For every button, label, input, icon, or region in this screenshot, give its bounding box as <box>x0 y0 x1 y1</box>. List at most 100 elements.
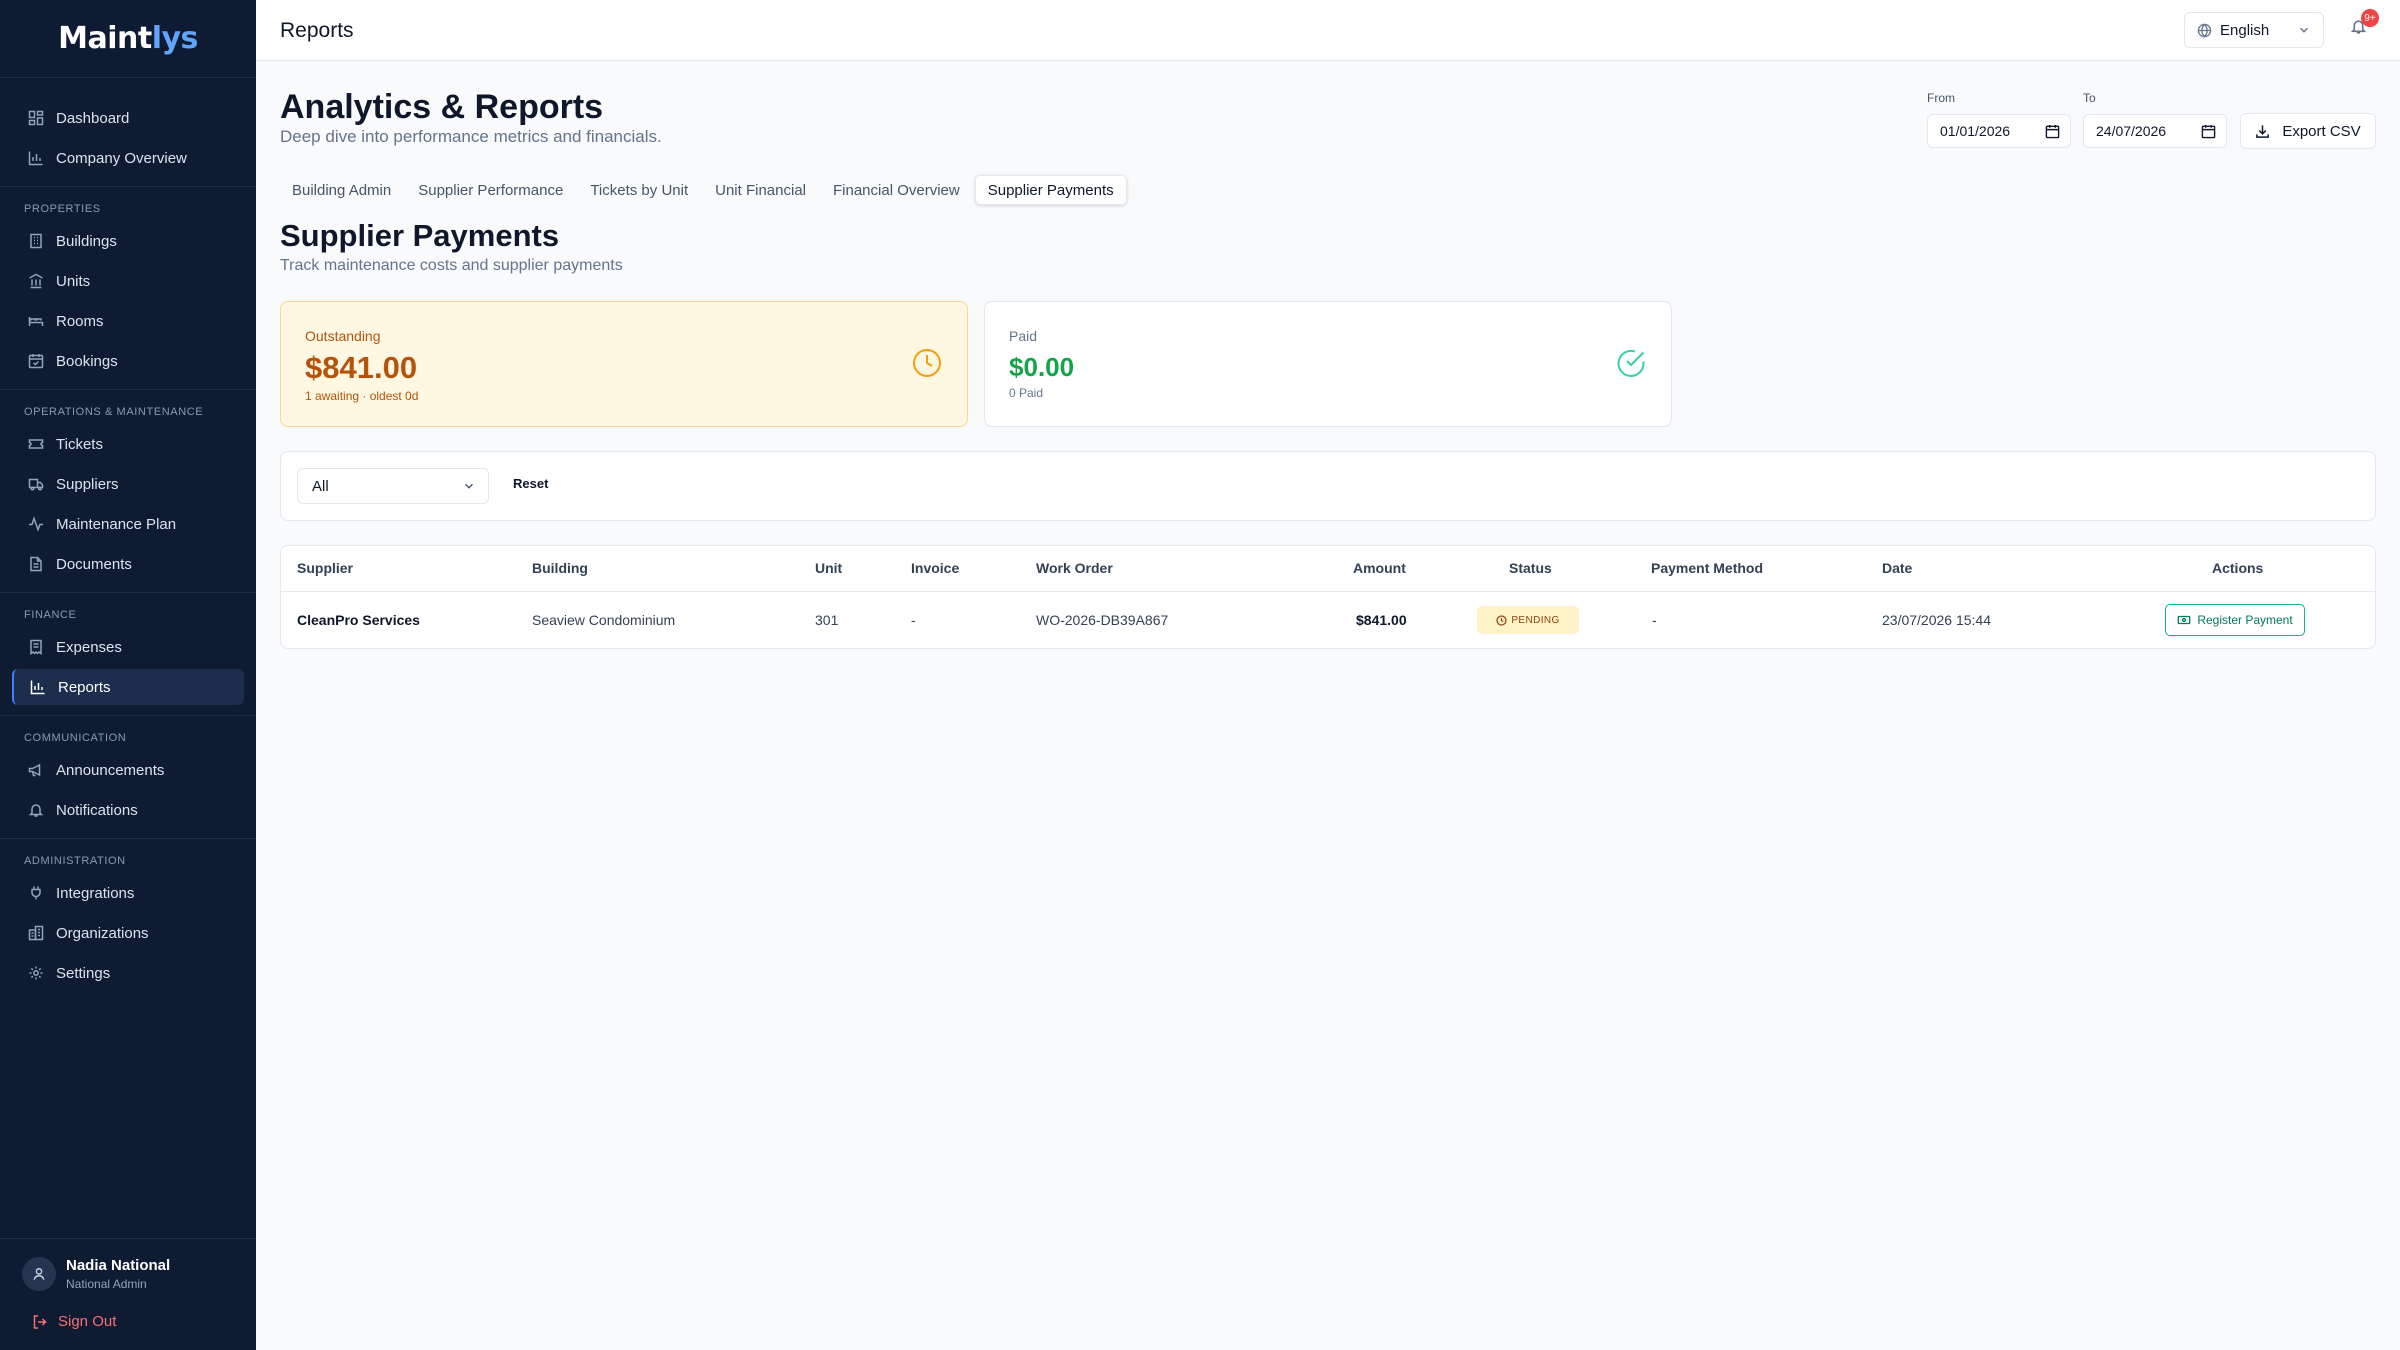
sidebar-item-label: Integrations <box>56 884 135 902</box>
sidebar-item-bookings[interactable]: Bookings <box>12 343 244 379</box>
calendar-icon[interactable] <box>2201 124 2216 139</box>
to-label: To <box>2083 91 2096 105</box>
tab-building-admin[interactable]: Building Admin <box>280 175 403 205</box>
paid-value: $0.00 <box>1009 352 1075 382</box>
chevron-down-icon <box>2297 23 2311 37</box>
cell-date: 23/07/2026 15:44 <box>1882 612 1991 628</box>
sidebar-item-label: Units <box>56 272 91 290</box>
payments-table: Supplier Building Unit Invoice Work Orde… <box>280 545 2376 649</box>
column-header-date[interactable]: Date <box>1882 560 1912 576</box>
plug-icon <box>28 885 44 901</box>
brand-logo[interactable]: Maint lys <box>0 0 256 78</box>
user-icon <box>32 1267 46 1281</box>
column-header-invoice[interactable]: Invoice <box>911 560 959 576</box>
from-date-input[interactable]: 01/01/2026 <box>1927 114 2071 148</box>
filter-bar: All Reset <box>280 451 2376 521</box>
reset-button[interactable]: Reset <box>513 476 548 491</box>
table-row[interactable]: CleanPro Services Seaview Condominium 30… <box>281 591 2375 649</box>
sidebar-item-expenses[interactable]: Expenses <box>12 629 244 665</box>
section-subtitle: Track maintenance costs and supplier pay… <box>280 257 623 274</box>
calendar-check-icon <box>28 353 44 369</box>
tab-supplier-payments[interactable]: Supplier Payments <box>974 175 1127 205</box>
sidebar-item-announcements[interactable]: Announcements <box>12 752 244 788</box>
tab-supplier-performance[interactable]: Supplier Performance <box>406 175 575 205</box>
outstanding-card: Outstanding $841.00 1 awaiting · oldest … <box>280 301 968 427</box>
column-header-work-order[interactable]: Work Order <box>1036 560 1113 576</box>
status-filter-select[interactable]: All <box>297 468 489 504</box>
column-header-payment-method[interactable]: Payment Method <box>1651 560 1763 576</box>
user-profile[interactable]: Nadia National National Admin <box>22 1257 234 1291</box>
nav-group-operations: OPERATIONS & MAINTENANCE Tickets Supplie… <box>0 390 256 593</box>
check-circle-icon <box>1615 347 1647 379</box>
sidebar-item-label: Bookings <box>56 352 118 370</box>
sidebar-item-documents[interactable]: Documents <box>12 546 244 582</box>
sidebar-item-dashboard[interactable]: Dashboard <box>12 100 244 136</box>
column-header-unit[interactable]: Unit <box>815 560 842 576</box>
column-header-supplier[interactable]: Supplier <box>297 560 353 576</box>
dashboard-icon <box>28 110 44 126</box>
column-header-building[interactable]: Building <box>532 560 588 576</box>
section-title: Supplier Payments <box>280 218 560 253</box>
page-title: Analytics & Reports <box>280 88 604 126</box>
sidebar-item-label: Rooms <box>56 312 104 330</box>
bar-chart-icon <box>30 679 46 695</box>
status-filter-value: All <box>312 477 329 495</box>
sidebar-item-suppliers[interactable]: Suppliers <box>12 466 244 502</box>
column-header-status[interactable]: Status <box>1509 560 1552 576</box>
building-icon <box>28 925 44 941</box>
megaphone-icon <box>28 762 44 778</box>
sidebar-item-buildings[interactable]: Buildings <box>12 223 244 259</box>
ticket-icon <box>28 436 44 452</box>
calendar-icon[interactable] <box>2045 124 2060 139</box>
sidebar-item-label: Announcements <box>56 761 165 779</box>
sidebar-item-label: Expenses <box>56 638 122 656</box>
avatar <box>22 1257 56 1291</box>
sidebar-item-reports[interactable]: Reports <box>12 669 244 705</box>
sidebar: Maint lys Dashboard Company Overview PROP… <box>0 0 256 1350</box>
sidebar-item-units[interactable]: Units <box>12 263 244 299</box>
language-value: English <box>2220 21 2270 39</box>
sidebar-item-label: Documents <box>56 555 132 573</box>
nav-heading: COMMUNICATION <box>24 732 127 744</box>
outstanding-value: $841.00 <box>305 350 418 385</box>
tab-unit-financial[interactable]: Unit Financial <box>703 175 818 205</box>
report-tabs: Building Admin Supplier Performance Tick… <box>280 173 1130 207</box>
register-payment-button[interactable]: Register Payment <box>2165 604 2305 636</box>
sidebar-item-label: Organizations <box>56 924 149 942</box>
nav-heading: FINANCE <box>24 609 77 621</box>
sidebar-item-settings[interactable]: Settings <box>12 955 244 991</box>
sign-out-button[interactable]: Sign Out <box>32 1313 234 1330</box>
topbar-title: Reports <box>280 19 354 42</box>
sidebar-item-integrations[interactable]: Integrations <box>12 875 244 911</box>
export-csv-button[interactable]: Export CSV <box>2240 113 2376 149</box>
tab-financial-overview[interactable]: Financial Overview <box>821 175 972 205</box>
sidebar-item-company-overview[interactable]: Company Overview <box>12 140 244 176</box>
nav-group-main: Dashboard Company Overview <box>0 78 256 187</box>
paid-card: Paid $0.00 0 Paid <box>984 301 1672 427</box>
sidebar-item-organizations[interactable]: Organizations <box>12 915 244 951</box>
language-select[interactable]: English <box>2184 12 2324 48</box>
sign-out-label: Sign Out <box>58 1313 117 1330</box>
paid-sub: 0 Paid <box>1009 386 1044 400</box>
sidebar-item-maintenance-plan[interactable]: Maintenance Plan <box>12 506 244 542</box>
building-icon <box>28 233 44 249</box>
sidebar-item-label: Company Overview <box>56 149 187 167</box>
sidebar-item-notifications[interactable]: Notifications <box>12 792 244 828</box>
sidebar-item-label: Dashboard <box>56 109 130 127</box>
user-name: Nadia National <box>66 1257 171 1274</box>
to-date-input[interactable]: 24/07/2026 <box>2083 114 2227 148</box>
nav-heading: OPERATIONS & MAINTENANCE <box>24 406 204 418</box>
cell-invoice: - <box>911 612 916 628</box>
sidebar-item-tickets[interactable]: Tickets <box>12 426 244 462</box>
sidebar-item-label: Maintenance Plan <box>56 515 177 533</box>
sidebar-item-label: Reports <box>58 678 111 696</box>
cell-supplier: CleanPro Services <box>297 612 420 628</box>
document-icon <box>28 556 44 572</box>
register-payment-label: Register Payment <box>2197 613 2293 627</box>
tab-tickets-by-unit[interactable]: Tickets by Unit <box>578 175 700 205</box>
sidebar-item-rooms[interactable]: Rooms <box>12 303 244 339</box>
bar-chart-icon <box>28 150 44 166</box>
export-csv-label: Export CSV <box>2282 122 2361 140</box>
cell-payment-method: - <box>1652 612 1657 628</box>
column-header-amount[interactable]: Amount <box>1353 560 1406 576</box>
